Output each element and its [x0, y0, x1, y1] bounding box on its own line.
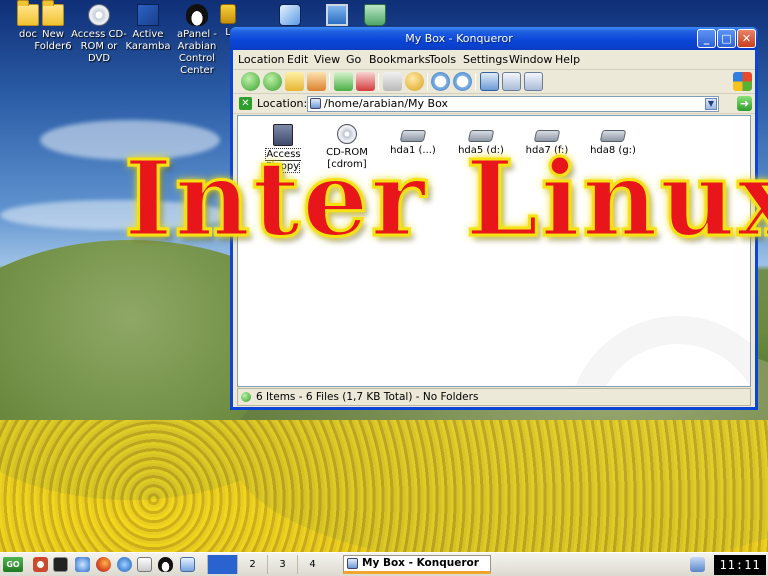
home-icon[interactable] — [307, 72, 326, 91]
desktop-icon-active-karamba[interactable]: Active Karamba — [120, 4, 176, 53]
forward-icon[interactable] — [263, 72, 282, 91]
monitor-icon — [326, 4, 348, 26]
status-bar: 6 Items - 6 Files (1,7 KB Total) - No Fo… — [237, 388, 751, 406]
status-led-icon — [241, 392, 251, 402]
desktop-icon-access-cdrom[interactable]: Access CD-ROM or DVD — [71, 4, 127, 65]
up-icon[interactable] — [285, 72, 304, 91]
network-icon — [279, 4, 301, 26]
menu-bookmarks[interactable]: Bookmarks — [369, 53, 430, 66]
close-button[interactable]: ✕ — [737, 29, 756, 48]
window-title: My Box - Konqueror — [405, 32, 513, 45]
chevron-down-icon[interactable]: ▼ — [705, 98, 717, 110]
network-tray-icon[interactable] — [690, 557, 705, 572]
location-bar: ✕ Location: /home/arabian/My Box ▼ ➜ — [233, 94, 755, 114]
karamba-icon — [137, 4, 159, 26]
desktop-icon-label: Active Karamba — [125, 29, 171, 52]
task-label: My Box - Konqueror — [362, 557, 479, 569]
kde-watermark-icon — [568, 316, 750, 386]
cdrom-icon — [88, 4, 110, 26]
menu-bar: Location Edit View Go Bookmarks Tools Se… — [233, 50, 755, 70]
menu-go[interactable]: Go — [346, 53, 361, 66]
location-value: /home/arabian/My Box — [324, 97, 449, 110]
pager-desktop-1[interactable] — [207, 555, 237, 574]
location-input[interactable]: /home/arabian/My Box ▼ — [307, 96, 719, 112]
clock[interactable]: 11:11 — [714, 555, 766, 575]
clear-location-icon[interactable]: ✕ — [239, 97, 252, 110]
window-titlebar[interactable]: My Box - Konqueror _ □ ✕ — [230, 27, 758, 50]
status-text: 6 Items - 6 Files (1,7 KB Total) - No Fo… — [256, 391, 479, 403]
konqueror-icon[interactable] — [75, 557, 90, 572]
desktop-icon-label: Access CD-ROM or DVD — [71, 29, 127, 64]
print-icon[interactable] — [383, 72, 402, 91]
browser-icon[interactable] — [117, 557, 132, 572]
folder-icon — [42, 0, 64, 26]
taskbar: GO 2 3 4 My Box - Konqueror 11:11 — [0, 552, 768, 576]
location-label: Location: — [257, 97, 308, 110]
desktop-icon-trash[interactable] — [347, 4, 403, 29]
desktop-icon-label: aPanel - Arabian Control Center — [177, 29, 217, 76]
editor-icon[interactable] — [137, 557, 152, 572]
taskbar-button-konqueror[interactable]: My Box - Konqueror — [343, 555, 491, 574]
zoom-in-icon[interactable] — [431, 72, 450, 91]
desktop-icon-label: New Folder6 — [34, 29, 72, 52]
list-view-icon[interactable] — [502, 72, 521, 91]
menu-help[interactable]: Help — [555, 53, 580, 66]
firefox-icon[interactable] — [96, 557, 111, 572]
menu-window[interactable]: Window — [509, 53, 552, 66]
menu-location[interactable]: Location — [238, 53, 285, 66]
stop-icon[interactable] — [356, 72, 375, 91]
toolbar — [233, 70, 755, 94]
folder-icon — [347, 558, 358, 569]
menu-edit[interactable]: Edit — [287, 53, 308, 66]
back-icon[interactable] — [241, 72, 260, 91]
minimize-button[interactable]: _ — [697, 29, 716, 48]
maximize-button[interactable]: □ — [717, 29, 736, 48]
zoom-out-icon[interactable] — [453, 72, 472, 91]
overlay-title: Inter Linux — [123, 136, 768, 262]
menu-tools[interactable]: Tools — [429, 53, 456, 66]
home-icon[interactable] — [33, 557, 48, 572]
trash-icon — [364, 4, 386, 26]
go-arrow-icon[interactable]: ➜ — [737, 96, 752, 111]
terminal-icon[interactable] — [53, 557, 68, 572]
pager-desktop-4[interactable]: 4 — [297, 555, 327, 574]
folder-icon — [310, 98, 321, 109]
menu-view[interactable]: View — [314, 53, 340, 66]
window-list-icon[interactable] — [180, 557, 195, 572]
detail-view-icon[interactable] — [524, 72, 543, 91]
bookmark-icon[interactable] — [405, 72, 424, 91]
reload-icon[interactable] — [334, 72, 353, 91]
menu-settings[interactable]: Settings — [463, 53, 508, 66]
lock-icon — [220, 4, 236, 24]
tux-icon[interactable] — [158, 557, 173, 572]
pager-desktop-2[interactable]: 2 — [237, 555, 267, 574]
tux-icon — [186, 4, 208, 26]
pager-desktop-3[interactable]: 3 — [267, 555, 297, 574]
start-menu-icon[interactable]: GO — [3, 557, 23, 572]
icon-view-icon[interactable] — [480, 72, 499, 91]
windows-logo-icon — [733, 72, 752, 91]
